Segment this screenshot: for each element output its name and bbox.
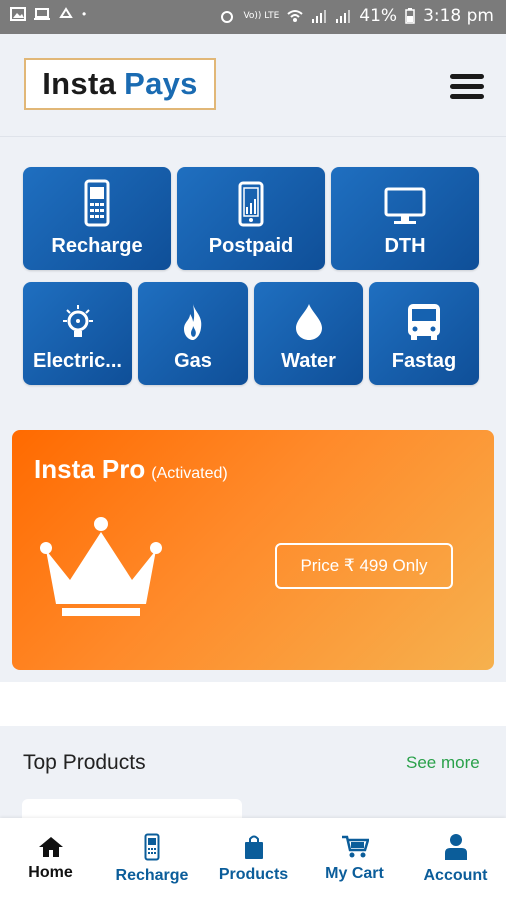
logo-text-pays: Pays — [124, 66, 198, 101]
service-tile-gas[interactable]: Gas — [138, 282, 248, 385]
nav-label: Home — [28, 864, 73, 881]
nav-label: Recharge — [115, 867, 189, 884]
nav-home[interactable]: Home — [0, 818, 101, 900]
service-label: DTH — [384, 235, 426, 257]
status-bar: • Vo)) LTE 41% 3:18 pm — [0, 0, 506, 34]
shopping-bag-icon — [244, 835, 263, 859]
service-tile-postpaid[interactable]: Postpaid — [177, 167, 325, 270]
top-products-title: Top Products — [23, 751, 146, 774]
top-products-section: Top Products See more — [0, 726, 506, 829]
lightbulb-icon — [62, 305, 93, 337]
service-label: Gas — [174, 350, 212, 372]
service-tile-fastag[interactable]: Fastag — [369, 282, 479, 385]
nav-label: Products — [218, 866, 289, 883]
laptop-icon — [34, 8, 50, 20]
app-logo[interactable]: Insta Pays — [24, 58, 216, 110]
insta-pro-title: Insta Pro (Activated) — [34, 454, 228, 485]
dot-icon: • — [82, 7, 87, 21]
service-label: Water — [281, 350, 336, 372]
price-button[interactable]: Price ₹ 499 Only — [275, 543, 453, 589]
nav-recharge[interactable]: Recharge — [101, 818, 203, 900]
service-label: Electric... — [33, 350, 122, 372]
service-tile-recharge[interactable]: Recharge — [23, 167, 171, 270]
alarm-icon — [221, 11, 234, 23]
home-icon — [38, 837, 63, 857]
service-label: Postpaid — [208, 235, 294, 257]
battery-icon — [405, 8, 415, 24]
insta-pro-heading: Insta Pro — [34, 454, 146, 484]
nav-account[interactable]: Account — [405, 818, 506, 900]
water-drop-icon — [295, 304, 322, 340]
smartphone-icon — [238, 181, 264, 227]
flame-icon — [184, 304, 202, 340]
hamburger-menu-icon[interactable] — [450, 74, 484, 100]
section-spacer — [0, 682, 506, 726]
volte-label: Vo)) LTE — [243, 10, 280, 21]
nav-products[interactable]: Products — [203, 818, 304, 900]
nav-label: My Cart — [325, 865, 384, 882]
bus-icon — [408, 304, 440, 340]
bottom-navigation: Home Recharge Products My Cart Account — [0, 818, 506, 900]
service-tile-water[interactable]: Water — [254, 282, 363, 385]
logo-text-insta: Insta — [42, 66, 117, 101]
clock: 3:18 pm — [423, 6, 494, 26]
signal-icon — [336, 10, 351, 23]
insta-pro-card[interactable]: Insta Pro (Activated) Price ₹ 499 Only — [12, 430, 494, 670]
see-more-link[interactable]: See more — [406, 753, 480, 773]
mobile-phone-icon — [84, 179, 110, 227]
service-label: Fastag — [391, 350, 457, 372]
user-icon — [444, 834, 467, 860]
service-tile-electricity[interactable]: Electric... — [23, 282, 132, 385]
cart-icon — [341, 835, 369, 858]
wifi-icon — [287, 10, 303, 22]
nav-label: Account — [423, 867, 488, 884]
recycle-icon — [59, 7, 73, 18]
nav-my-cart[interactable]: My Cart — [304, 818, 405, 900]
mobile-phone-icon — [144, 833, 160, 861]
app-header: Insta Pays — [0, 34, 506, 137]
crown-icon — [40, 517, 162, 616]
signal-icon — [312, 10, 327, 23]
battery-level: 41% — [359, 6, 398, 26]
service-tile-dth[interactable]: DTH — [331, 167, 479, 270]
gallery-icon — [10, 7, 26, 21]
tv-monitor-icon — [384, 187, 426, 224]
insta-pro-status: (Activated) — [151, 465, 228, 482]
service-label: Recharge — [51, 235, 143, 257]
